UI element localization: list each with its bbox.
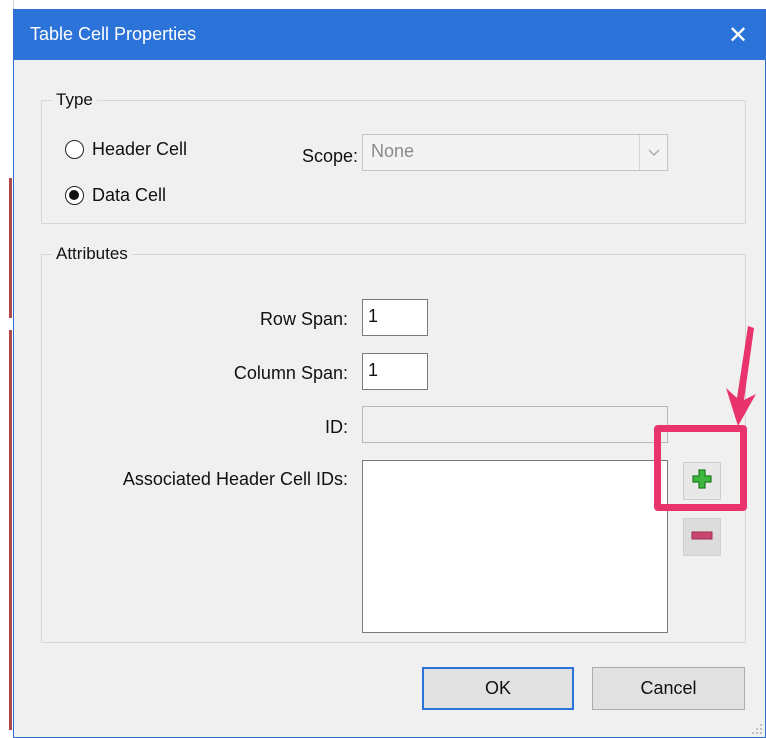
header-cell-label: Header Cell (92, 139, 188, 159)
associated-header-cell-ids-list[interactable] (362, 460, 668, 633)
data-cell-radio[interactable]: Data Cell (65, 185, 166, 206)
attributes-group: Attributes Row Span: 1 Column Span: 1 ID… (41, 244, 746, 643)
ok-button[interactable]: OK (422, 667, 574, 710)
row-span-input[interactable]: 1 (362, 299, 428, 336)
remove-header-id-button[interactable] (683, 518, 721, 556)
table-cell-properties-dialog: Table Cell Properties ✕ Type Header Cell… (13, 9, 766, 738)
row-span-label: Row Span: (259, 309, 348, 329)
background-ruler-mark (9, 178, 12, 318)
chevron-down-icon[interactable] (639, 135, 667, 170)
data-cell-label: Data Cell (92, 185, 167, 205)
close-icon[interactable]: ✕ (721, 18, 755, 52)
scope-label: Scope: (301, 146, 358, 166)
associated-header-cell-ids-label: Associated Header Cell IDs: (122, 469, 348, 489)
plus-icon (691, 468, 713, 495)
header-cell-radio[interactable]: Header Cell (65, 139, 187, 160)
minus-icon (691, 528, 713, 546)
background-ruler-mark (9, 330, 12, 730)
title-bar[interactable]: Table Cell Properties ✕ (14, 10, 765, 60)
id-input[interactable] (362, 406, 668, 443)
annotation-arrow-icon (726, 326, 756, 426)
background-window-edge (0, 0, 14, 738)
scope-value: None (371, 141, 415, 161)
column-span-label: Column Span: (233, 363, 348, 383)
resize-grip-icon[interactable] (751, 723, 763, 735)
add-header-id-button[interactable] (683, 462, 721, 500)
column-span-input[interactable]: 1 (362, 353, 428, 390)
scope-select[interactable]: None (362, 134, 668, 171)
type-group: Type Header Cell Data Cell Scope: None (41, 90, 746, 224)
id-label: ID: (324, 417, 348, 437)
type-group-legend: Type (52, 90, 97, 110)
radio-circle[interactable] (65, 140, 84, 159)
cancel-button[interactable]: Cancel (592, 667, 745, 710)
radio-circle-checked[interactable] (65, 186, 84, 205)
attributes-group-legend: Attributes (52, 244, 132, 264)
dialog-title: Table Cell Properties (30, 24, 197, 44)
